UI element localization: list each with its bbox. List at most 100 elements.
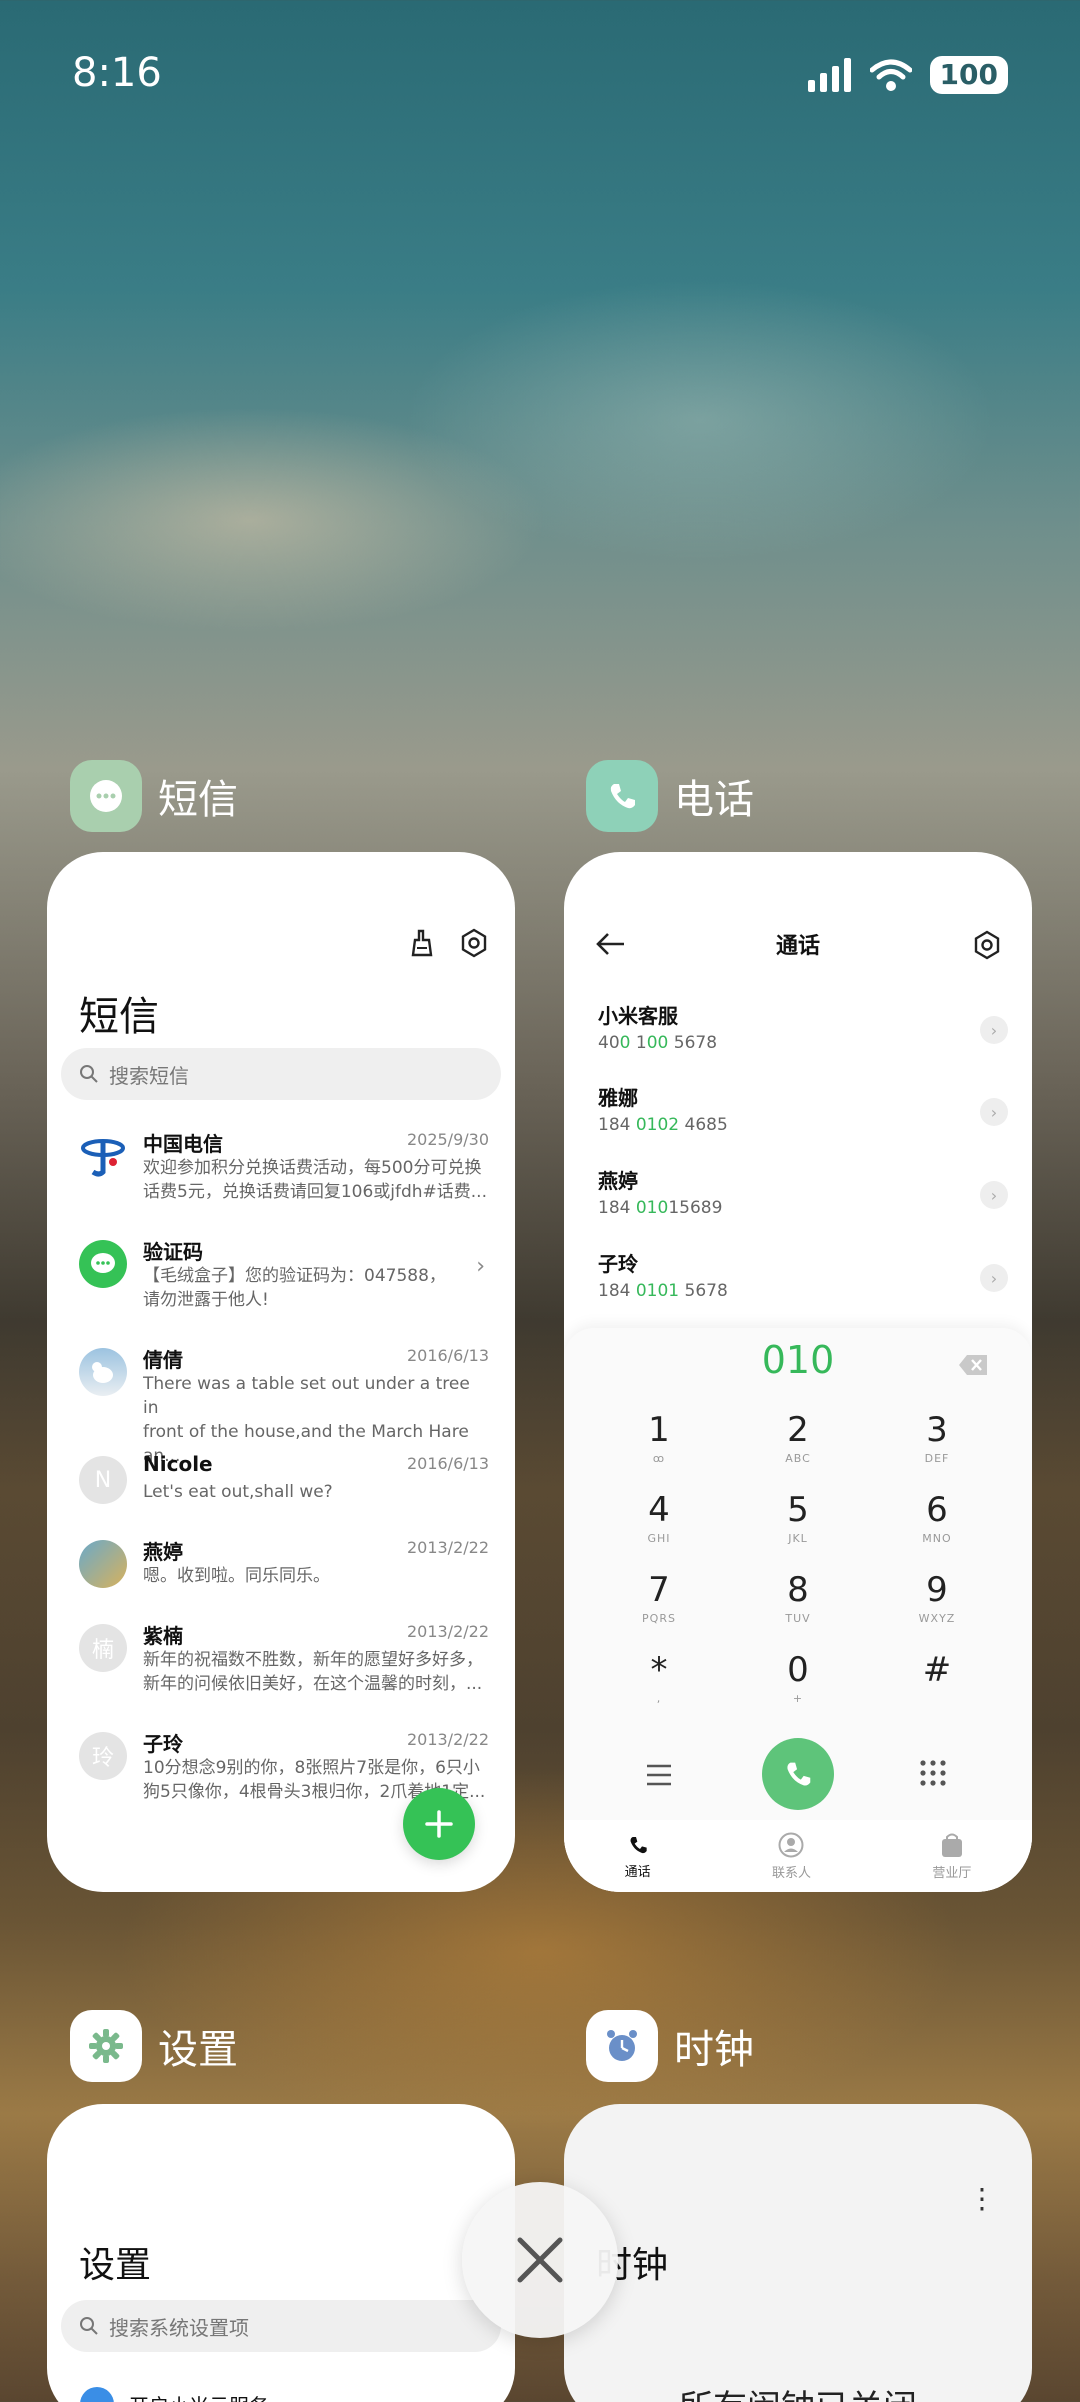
clock-app-header[interactable]: 时钟: [586, 2010, 754, 2082]
sms-search-input[interactable]: 搜索短信: [61, 1048, 501, 1100]
contacts-person-icon: [778, 1832, 804, 1857]
message-preview: 【毛绒盒子】您的验证码为：047588， 请勿泄露于他人!: [143, 1266, 446, 1310]
avatar-initial: 玲: [79, 1732, 127, 1780]
contact-number: 184 0101 5678: [598, 1281, 728, 1301]
settings-gear-icon[interactable]: [459, 928, 489, 958]
china-telecom-logo-icon: [79, 1132, 127, 1180]
phone-app-icon: [586, 760, 658, 832]
phone-icon: [787, 1762, 811, 1786]
contact-number: 400 100 5678: [598, 1033, 718, 1053]
chevron-right-icon[interactable]: ›: [980, 1098, 1008, 1126]
settings-app-header[interactable]: 设置: [70, 2010, 238, 2082]
message-item-zinan[interactable]: 楠 紫楠 2013/2/22 新年的祝福数不胜数，新年的愿望好多好多， 新年的问…: [79, 1620, 489, 1700]
more-options-icon[interactable]: ⋮: [968, 2182, 996, 2215]
clear-all-recents-button[interactable]: [462, 2182, 618, 2338]
signal-icon: [807, 58, 851, 92]
message-date: 2013/2/22: [406, 1538, 489, 1557]
dial-key-0[interactable]: 0 +: [743, 1650, 853, 1705]
nav-tab-service-hall[interactable]: 营业厅: [932, 1832, 971, 1881]
sms-search-placeholder: 搜索短信: [109, 1063, 189, 1088]
sms-toolbar: [407, 928, 489, 958]
settings-card[interactable]: 设置 搜索系统设置项 开启小米云服务: [47, 2104, 515, 2402]
message-date: 2016/6/13: [406, 1346, 489, 1365]
message-sender: 验证码: [143, 1240, 203, 1264]
dial-key-1[interactable]: 1ꝏ: [604, 1410, 714, 1465]
alarms-off-message: 所有闹钟已关闭: [564, 2380, 1032, 2402]
contact-name: 子玲: [598, 1252, 638, 1276]
sms-app-icon: [70, 760, 142, 832]
phone-call-log: 通话 小米客服 400 100 5678 › 雅娜 184 0102 4685 …: [564, 852, 1032, 1332]
phone-bottom-nav: 通话 联系人 营业厅: [564, 1820, 1032, 1892]
message-date: 2013/2/22: [406, 1730, 489, 1749]
battery-indicator: 100: [929, 56, 1008, 94]
dial-key-7[interactable]: 7 PQRS: [604, 1570, 714, 1625]
message-item-nicole[interactable]: N Nicole 2016/6/13 Let's eat out,shall w…: [79, 1452, 489, 1532]
plus-icon: [425, 1810, 453, 1838]
status-bar: 8:16 100: [0, 0, 1080, 150]
dial-key-3[interactable]: 3 DEF: [882, 1410, 992, 1465]
message-preview: 欢迎参加积分兑换话费活动，每500分可兑换 话费5元，兑换话费请回复106或jf…: [143, 1158, 487, 1202]
dial-key-5[interactable]: 5 JKL: [743, 1490, 853, 1545]
message-sender: Nicole: [143, 1452, 213, 1476]
sms-app-label: 短信: [158, 777, 238, 823]
clock-app-icon: [586, 2010, 658, 2082]
settings-gear-icon[interactable]: [972, 930, 1002, 960]
avatar-initial: 楠: [79, 1624, 127, 1672]
backspace-icon[interactable]: [958, 1354, 988, 1376]
contact-row-yanting[interactable]: 燕婷 184 01015689 ›: [598, 1165, 1008, 1225]
contact-row-ziling[interactable]: 子玲 184 0101 5678 ›: [598, 1248, 1008, 1308]
voicemail-icon: ꝏ: [652, 1452, 666, 1465]
chevron-right-icon[interactable]: ›: [980, 1264, 1008, 1292]
message-item-qianqian[interactable]: 倩倩 2016/6/13 There was a table set out u…: [79, 1344, 489, 1466]
settings-item-cloud-service[interactable]: 开启小米云服务: [79, 2386, 269, 2402]
clean-brush-icon[interactable]: [407, 928, 437, 958]
message-preview: Let's eat out,shall we?: [143, 1482, 333, 1502]
shopping-bag-icon: [941, 1833, 962, 1857]
dial-key-4[interactable]: 4 GHI: [604, 1490, 714, 1545]
settings-app-icon: [70, 2010, 142, 2082]
nav-tab-contacts[interactable]: 联系人: [772, 1832, 811, 1881]
chevron-right-icon[interactable]: ›: [980, 1016, 1008, 1044]
nav-tab-calls[interactable]: 通话: [625, 1833, 651, 1880]
message-preview: 新年的祝福数不胜数，新年的愿望好多好多， 新年的问候依旧美好，在这个温馨的时刻，…: [143, 1650, 483, 1694]
search-icon: [80, 1065, 98, 1083]
sms-card[interactable]: 短信 搜索短信 中国电信 2025/9/30 欢迎参加积分兑换话费活动，每500…: [47, 852, 515, 1892]
dial-key-6[interactable]: 6 MNO: [882, 1490, 992, 1545]
dial-key-8[interactable]: 8 TUV: [743, 1570, 853, 1625]
dial-key-9[interactable]: 9 WXYZ: [882, 1570, 992, 1625]
new-message-button[interactable]: [403, 1788, 475, 1860]
settings-search-input[interactable]: 搜索系统设置项: [61, 2300, 501, 2352]
phone-card[interactable]: 通话 小米客服 400 100 5678 › 雅娜 184 0102 4685 …: [564, 852, 1032, 1892]
avatar-initial: N: [79, 1456, 127, 1504]
call-button[interactable]: [762, 1738, 834, 1810]
dial-key-2[interactable]: 2 ABC: [743, 1410, 853, 1465]
dial-key-star[interactable]: *,: [604, 1650, 714, 1705]
status-time: 8:16: [72, 50, 162, 96]
contact-number: 184 0102 4685: [598, 1115, 728, 1135]
contact-row-yana[interactable]: 雅娜 184 0102 4685 ›: [598, 1082, 1008, 1142]
cloud-service-icon: [80, 2387, 114, 2402]
settings-item-label: 开启小米云服务: [129, 2390, 269, 2402]
settings-page-title: 设置: [79, 2245, 152, 2286]
sms-page-title: 短信: [79, 994, 159, 1040]
message-sender: 子玲: [143, 1732, 183, 1756]
message-preview: 嗯。收到啦。同乐同乐。: [143, 1566, 330, 1586]
chevron-right-icon[interactable]: ›: [980, 1181, 1008, 1209]
contact-name: 小米客服: [598, 1004, 678, 1028]
message-item-yanting[interactable]: 燕婷 2013/2/22 嗯。收到啦。同乐同乐。: [79, 1536, 489, 1616]
clock-card[interactable]: ⋮ 时钟 所有闹钟已关闭: [564, 2104, 1032, 2402]
contact-name: 燕婷: [598, 1169, 638, 1193]
phone-page-title: 通话: [775, 934, 820, 959]
phone-app-header[interactable]: 电话: [586, 760, 754, 832]
dial-key-hash[interactable]: #: [882, 1650, 992, 1692]
message-date: 2013/2/22: [406, 1622, 489, 1641]
menu-lines-icon[interactable]: [646, 1764, 672, 1786]
message-item-verification[interactable]: 验证码 › 【毛绒盒子】您的验证码为：047588， 请勿泄露于他人!: [79, 1236, 489, 1316]
dialpad-grid-icon[interactable]: [920, 1760, 946, 1788]
wifi-icon: [869, 59, 912, 91]
message-item-china-telecom[interactable]: 中国电信 2025/9/30 欢迎参加积分兑换话费活动，每500分可兑换 话费5…: [79, 1128, 489, 1208]
sms-app-header[interactable]: 短信: [70, 760, 238, 832]
avatar-polar-bear: [79, 1348, 127, 1396]
contact-row-xiaomi-service[interactable]: 小米客服 400 100 5678 ›: [598, 1000, 1008, 1060]
contact-name: 雅娜: [598, 1086, 638, 1110]
